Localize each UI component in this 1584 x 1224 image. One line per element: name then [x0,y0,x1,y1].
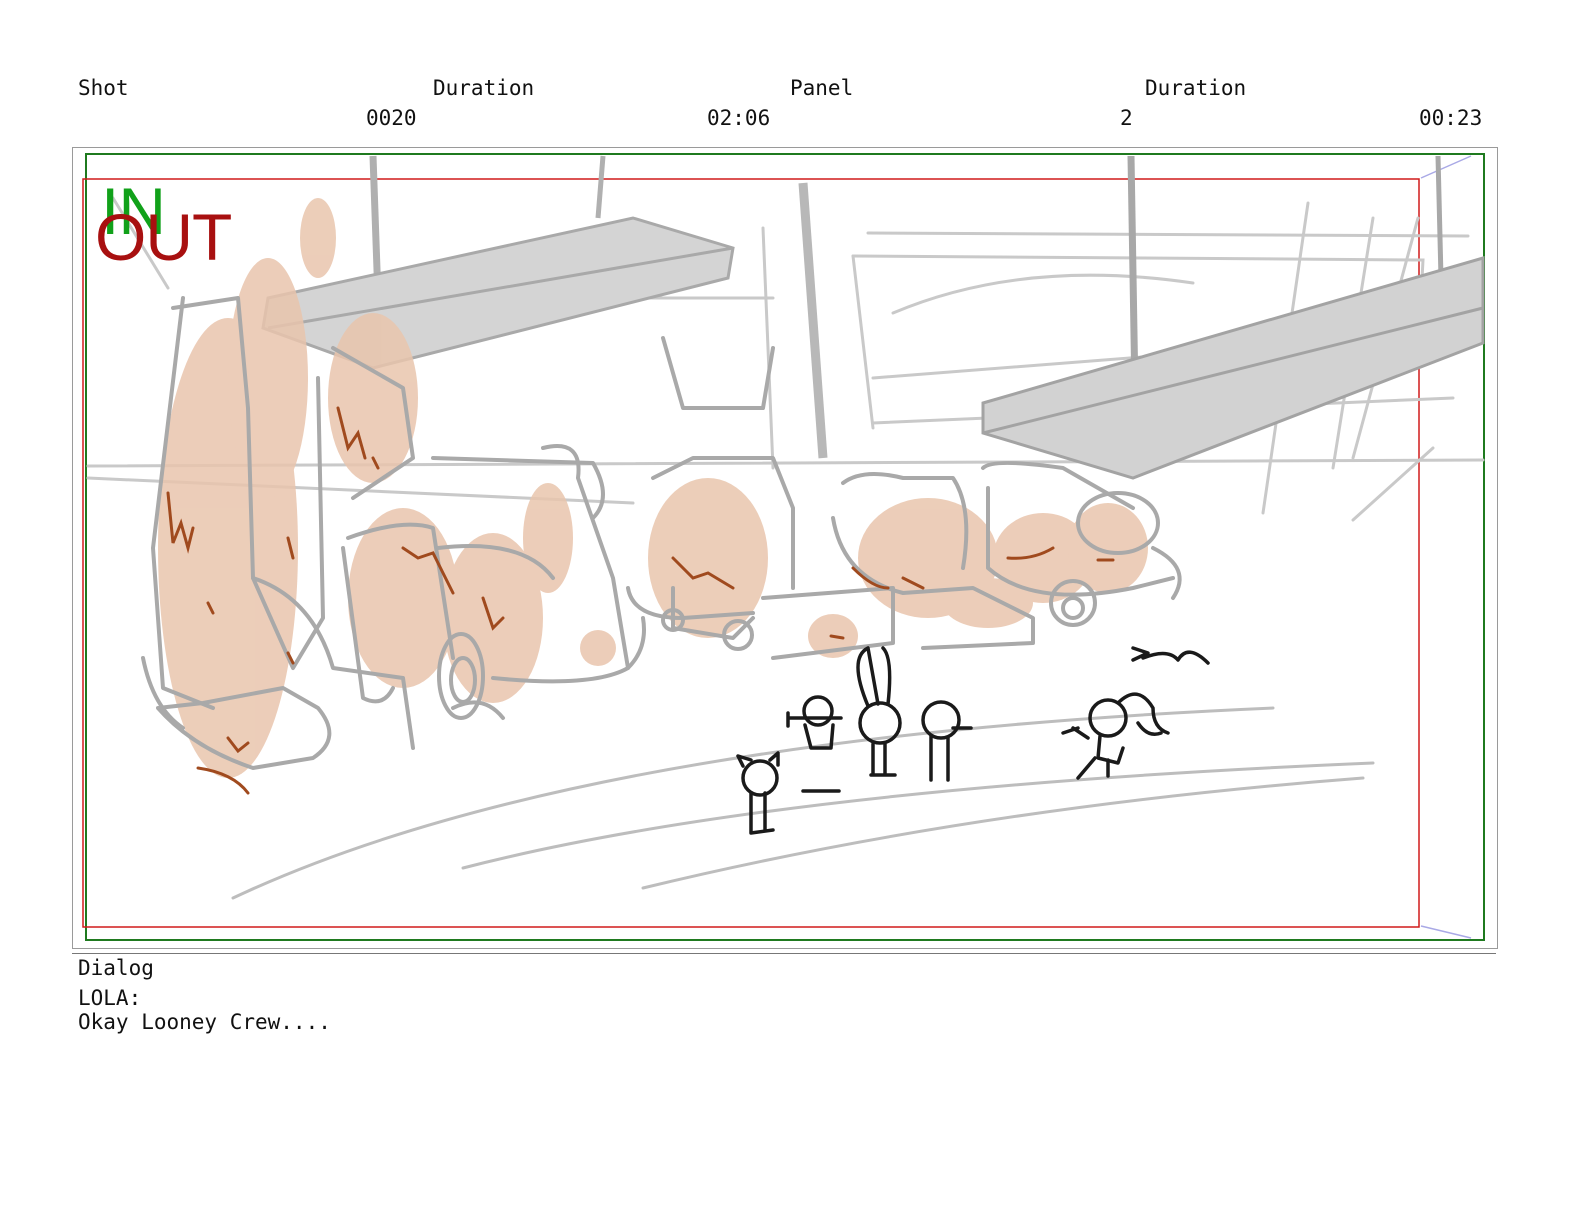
storyboard-panel: IN OUT [72,147,1498,949]
out-marker: OUT [95,200,232,274]
panel-duration-label: Duration [1145,76,1247,100]
panel-label: Panel [790,76,854,100]
shot-number-value: 0020 [366,106,417,130]
panel-divider [72,953,1496,954]
shot-label: Shot [78,76,129,100]
floor-lines [231,706,1375,900]
dialog-line: Okay Looney Crew.... [78,1010,331,1034]
ceiling-light-right [798,155,1485,480]
shot-duration-value: 02:06 [707,106,771,130]
panel-number-value: 2 [1120,106,1133,130]
dialog-label: Dialog [78,956,154,980]
panel-sketch [82,153,1485,941]
panel-duration-value: 00:23 [1419,106,1483,130]
shot-duration-label: Duration [433,76,535,100]
dialog-speaker: LOLA: [78,986,142,1010]
